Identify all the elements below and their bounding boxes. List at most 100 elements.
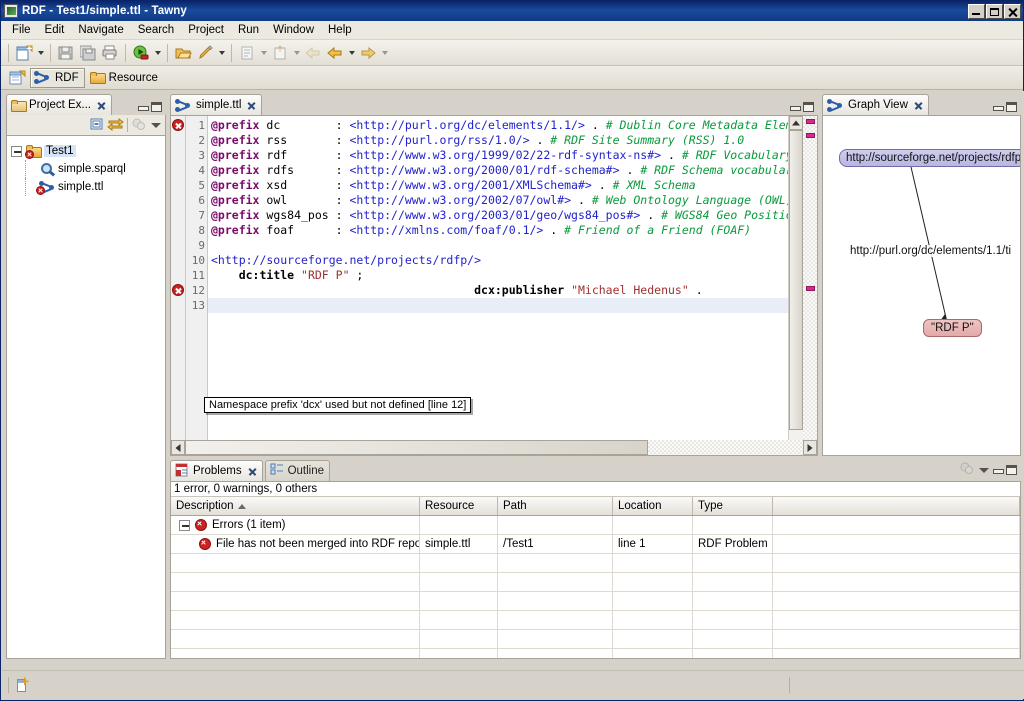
- editor-horizontal-scrollbar[interactable]: [171, 440, 817, 455]
- editor-vertical-ruler[interactable]: [171, 116, 186, 455]
- editor-vertical-scrollbar[interactable]: [788, 116, 803, 440]
- run-icon[interactable]: [130, 42, 152, 63]
- column-header-description[interactable]: Description: [171, 497, 420, 515]
- minimize-icon[interactable]: [789, 103, 801, 112]
- error-marker-icon[interactable]: [172, 284, 184, 296]
- close-icon[interactable]: [248, 467, 257, 476]
- editor-line[interactable]: dcx:publisher "Michael Hedenus" .: [208, 283, 817, 298]
- print-icon[interactable]: [99, 42, 121, 63]
- editor-line[interactable]: @prefix rdf : <http://www.w3.org/1999/02…: [208, 148, 817, 163]
- overview-error-mark[interactable]: [806, 119, 815, 124]
- view-menu-icon[interactable]: [150, 121, 161, 130]
- column-header-location[interactable]: Location: [613, 497, 693, 515]
- next-annotation-arrow[interactable]: [258, 42, 269, 63]
- close-icon[interactable]: [97, 101, 106, 110]
- close-icon[interactable]: [914, 101, 923, 110]
- table-row-empty[interactable]: [171, 630, 1020, 649]
- tab-simple-ttl[interactable]: simple.ttl: [170, 94, 263, 115]
- maximize-icon[interactable]: [1006, 102, 1017, 112]
- menu-navigate[interactable]: Navigate: [71, 22, 130, 38]
- minimize-icon[interactable]: [137, 103, 149, 112]
- table-row[interactable]: File has not been merged into RDF repo s…: [171, 535, 1020, 554]
- editor-line[interactable]: [208, 298, 817, 313]
- search-icon[interactable]: [194, 42, 216, 63]
- scroll-up-button[interactable]: [789, 116, 803, 130]
- column-header-extra[interactable]: [773, 497, 1020, 515]
- menu-edit[interactable]: Edit: [38, 22, 72, 38]
- group-expander-icon[interactable]: [179, 519, 190, 531]
- graph-node-subject[interactable]: http://sourceforge.net/projects/rdfp: [839, 149, 1020, 167]
- tree-item-test1[interactable]: Test1: [11, 142, 165, 160]
- maximize-icon[interactable]: [803, 102, 814, 112]
- close-icon[interactable]: [247, 101, 256, 110]
- editor-line[interactable]: @prefix rss : <http://purl.org/rss/1.0/>…: [208, 133, 817, 148]
- maximize-icon[interactable]: [1006, 465, 1017, 475]
- scroll-thumb[interactable]: [789, 130, 803, 430]
- table-row-empty[interactable]: [171, 611, 1020, 630]
- focus-icon[interactable]: [131, 117, 147, 134]
- menu-run[interactable]: Run: [231, 22, 266, 38]
- project-tree[interactable]: Test1 simple.sparql simple.ttl: [6, 135, 166, 659]
- table-row-group[interactable]: Errors (1 item): [171, 516, 1020, 535]
- collapse-all-icon[interactable]: [89, 117, 104, 134]
- tree-item-simple-sparql[interactable]: simple.sparql: [11, 160, 165, 178]
- save-icon[interactable]: [55, 42, 77, 63]
- error-marker-icon[interactable]: [172, 119, 184, 131]
- maximize-icon[interactable]: [151, 102, 162, 112]
- tab-outline[interactable]: Outline: [264, 460, 331, 481]
- menu-window[interactable]: Window: [266, 22, 321, 38]
- table-row-empty[interactable]: [171, 554, 1020, 573]
- menu-search[interactable]: Search: [131, 22, 181, 38]
- forward-dropdown-arrow[interactable]: [346, 42, 357, 63]
- editor-line[interactable]: @prefix rdfs : <http://www.w3.org/2000/0…: [208, 163, 817, 178]
- perspective-rdf[interactable]: RDF: [30, 67, 85, 88]
- save-all-icon[interactable]: [77, 42, 99, 63]
- overview-error-mark[interactable]: [806, 286, 815, 291]
- editor-line[interactable]: @prefix owl : <http://www.w3.org/2002/07…: [208, 193, 817, 208]
- tab-project-explorer[interactable]: Project Ex...: [6, 94, 112, 115]
- scroll-track[interactable]: [648, 440, 803, 455]
- editor-line[interactable]: @prefix dc : <http://purl.org/dc/element…: [208, 118, 817, 133]
- open-resource-icon[interactable]: [172, 42, 194, 63]
- new-icon[interactable]: [13, 42, 35, 63]
- editor-line[interactable]: [208, 238, 817, 253]
- minimize-icon[interactable]: [992, 103, 1004, 112]
- new-dropdown-arrow[interactable]: [35, 42, 46, 63]
- minimize-icon[interactable]: [992, 466, 1004, 475]
- graph-canvas[interactable]: http://sourceforge.net/projects/rdfp htt…: [823, 116, 1020, 455]
- view-menu-icon[interactable]: [978, 466, 989, 475]
- minimize-window-button[interactable]: [968, 3, 985, 19]
- editor-line[interactable]: dc:title "RDF P" ;: [208, 268, 817, 283]
- editor-line[interactable]: <http://sourceforge.net/projects/rdfp/>: [208, 253, 817, 268]
- link-with-editor-icon[interactable]: [107, 117, 124, 134]
- column-header-resource[interactable]: Resource: [420, 497, 498, 515]
- graph-node-literal[interactable]: "RDF P": [923, 319, 982, 337]
- editor-line[interactable]: @prefix xsd : <http://www.w3.org/2001/XM…: [208, 178, 817, 193]
- menu-project[interactable]: Project: [181, 22, 231, 38]
- table-row-empty[interactable]: [171, 649, 1020, 658]
- open-perspective-icon[interactable]: [6, 67, 28, 88]
- editor-line[interactable]: @prefix foaf : <http://xmlns.com/foaf/0.…: [208, 223, 817, 238]
- focus-icon[interactable]: [959, 462, 975, 478]
- last-edit-icon[interactable]: [357, 42, 379, 63]
- tree-expander-icon[interactable]: [11, 145, 22, 157]
- run-dropdown-arrow[interactable]: [152, 42, 163, 63]
- overview-error-mark[interactable]: [806, 133, 815, 138]
- forward-icon[interactable]: [324, 42, 346, 63]
- new-document-icon[interactable]: ✛: [16, 677, 29, 693]
- maximize-window-button[interactable]: [986, 3, 1003, 19]
- scroll-right-button[interactable]: [803, 440, 817, 455]
- tab-graph-view[interactable]: Graph View: [822, 94, 929, 115]
- editor-line[interactable]: @prefix wgs84_pos : <http://www.w3.org/2…: [208, 208, 817, 223]
- tree-item-simple-ttl[interactable]: simple.ttl: [11, 178, 165, 196]
- column-header-type[interactable]: Type: [693, 497, 773, 515]
- back-icon[interactable]: [302, 42, 324, 63]
- perspective-resource[interactable]: Resource: [87, 68, 163, 88]
- close-window-button[interactable]: [1004, 3, 1021, 19]
- tab-problems[interactable]: Problems: [170, 460, 263, 481]
- table-row-empty[interactable]: [171, 573, 1020, 592]
- menu-help[interactable]: Help: [321, 22, 359, 38]
- scroll-left-button[interactable]: [171, 440, 185, 455]
- column-header-path[interactable]: Path: [498, 497, 613, 515]
- previous-annotation-icon[interactable]: [269, 42, 291, 63]
